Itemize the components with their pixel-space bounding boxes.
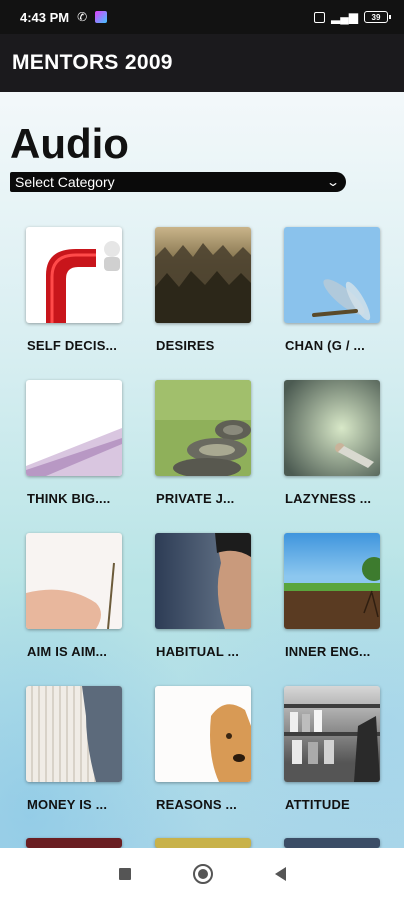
thumbnail-tree-soil — [284, 533, 380, 629]
app-title: MENTORS 2009 — [12, 51, 173, 74]
tile-label: PRIVATE J... — [156, 491, 235, 506]
signal-icon: ▂▄▆ — [331, 10, 358, 24]
app-bar: MENTORS 2009 — [0, 34, 404, 92]
audio-grid: SELF DECIS... DESIRES CHAN (G / ... THIN… — [0, 92, 404, 848]
thumbnail-partial[interactable] — [26, 838, 122, 848]
thumbnail-dog — [155, 686, 251, 782]
thumbnail-partial[interactable] — [155, 838, 251, 848]
thumbnail-red-arrow — [26, 227, 122, 323]
battery-icon: 39 — [364, 11, 391, 23]
thumbnail-tires — [155, 380, 251, 476]
tile-label: LAZYNESS ... — [285, 491, 372, 506]
thumbnail-dragonfly — [284, 227, 380, 323]
system-nav-bar — [0, 848, 404, 900]
home-icon[interactable] — [192, 864, 213, 884]
tile-label: AIM IS AIM... — [27, 644, 108, 659]
thumbnail-army-crowd — [155, 227, 251, 323]
thumbnail-finger-needle — [26, 533, 122, 629]
status-right: ▂▄▆ 39 — [314, 10, 391, 24]
sim-icon — [314, 11, 326, 23]
tile-label: THINK BIG.... — [27, 491, 111, 506]
thumbnail-partial[interactable] — [284, 838, 380, 848]
tile-label: ATTITUDE — [285, 797, 350, 812]
status-left: 4:43 PM ✆ — [20, 9, 108, 25]
tile-label: MONEY IS ... — [27, 797, 108, 812]
tile-label: SELF DECIS... — [27, 338, 118, 353]
tile-label: DESIRES — [156, 338, 215, 353]
tile-label: CHAN (G / ... — [285, 338, 365, 353]
thumbnail-man-portrait — [155, 533, 251, 629]
thumbnail-jeans — [26, 686, 122, 782]
notification-icon: ✆ — [77, 10, 88, 24]
thumbnail-rupee-note — [26, 380, 122, 476]
app-notification-icon — [95, 11, 108, 23]
tile-label: INNER ENG... — [285, 644, 371, 659]
status-bar: 4:43 PM ✆ ▂▄▆ 39 — [0, 0, 404, 34]
thumbnail-man-lounging — [284, 380, 380, 476]
tile-label: HABITUAL ... — [156, 644, 240, 659]
thumbnail-lab-bottles — [284, 686, 380, 782]
back-icon[interactable] — [274, 867, 286, 881]
battery-level: 39 — [371, 12, 381, 22]
clock: 4:43 PM — [20, 9, 70, 25]
tile-label: REASONS ... — [156, 797, 237, 812]
recents-icon[interactable] — [118, 868, 131, 880]
content-area[interactable]: Audio Select Category ⌄ SELF DECIS... DE… — [0, 92, 404, 848]
